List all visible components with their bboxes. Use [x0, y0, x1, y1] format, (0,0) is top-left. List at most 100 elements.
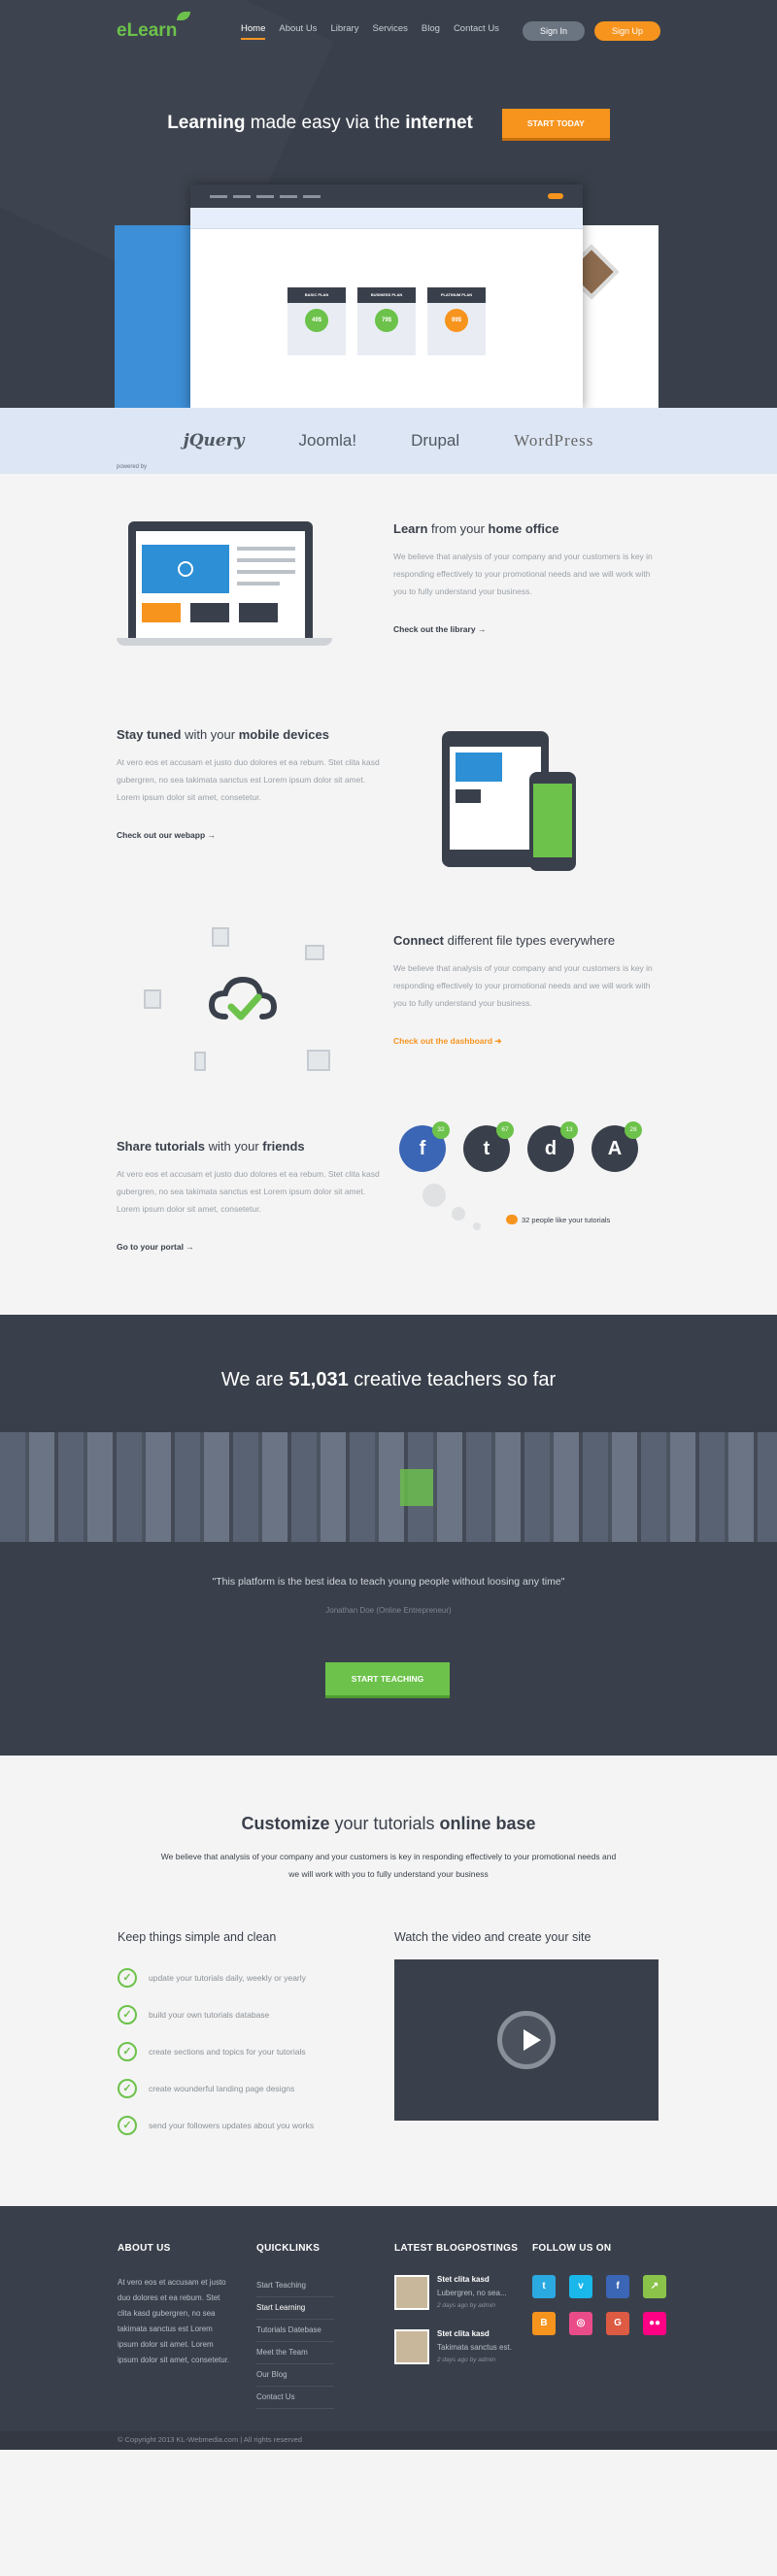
feature-learn: Learn from your home office We believe t… [117, 476, 660, 682]
social-links: t v f ↗ B ◎ G ●● [532, 2275, 666, 2335]
feature-text: We believe that analysis of your company… [393, 962, 653, 1008]
hero-section: eLearn Home About Us Library Services Bl… [0, 0, 777, 408]
feature-share: Share tutorials with your friends At ver… [117, 1093, 660, 1299]
nav-home[interactable]: Home [241, 23, 266, 40]
sign-in-button[interactable]: Sign In [522, 21, 585, 41]
mock-plan: BUSINESS PLAN 79$ [357, 287, 416, 355]
testimonial-quote: "This platform is the best idea to teach… [212, 1576, 565, 1588]
avatar [394, 2275, 429, 2310]
play-icon[interactable] [497, 2011, 556, 2069]
feature-text: At vero eos et accusam et justo duo dolo… [117, 1168, 380, 1214]
checklist: Keep things simple and clean ✓ update you… [118, 1930, 341, 2144]
check-icon: ✓ [118, 2116, 137, 2135]
mock-subheader [190, 208, 583, 229]
wordpress-logo: WordPress [514, 431, 594, 450]
quicklink[interactable]: Meet the Team [256, 2342, 334, 2364]
quicklink[interactable]: Tutorials Datebase [256, 2320, 334, 2342]
feature-mobile: Stay tuned with your mobile devices At v… [117, 682, 660, 887]
dribbble-icon[interactable]: ◎ [569, 2312, 592, 2335]
footer-blog: LATEST BLOGPOSTINGS Stet clita kasd Luber… [394, 2243, 518, 2384]
app-icon[interactable]: A 28 [591, 1121, 642, 1172]
checklist-item: ✓ update your tutorials daily, weekly or … [118, 1959, 341, 1996]
quicklink[interactable]: Start Learning [256, 2297, 334, 2320]
gallery-icon [144, 989, 161, 1009]
video-title: Watch the video and create your site [394, 1930, 591, 1944]
laptop-illustration [117, 496, 393, 661]
feature-text: We believe that analysis of your company… [393, 551, 653, 596]
hero-title: Learning made easy via the internet [167, 113, 473, 133]
features: Learn from your home office We believe t… [0, 474, 777, 1315]
footer-heading: LATEST BLOGPOSTINGS [394, 2243, 519, 2254]
vimeo-icon[interactable]: v [569, 2275, 592, 2298]
quicklink[interactable]: Our Blog [256, 2364, 334, 2387]
facebook-icon[interactable]: f [606, 2275, 629, 2298]
customize-lead: We believe that analysis of your company… [160, 1852, 617, 1879]
blog-post[interactable]: Stet clita kasd Lubergren, no sea... 2 day… [394, 2275, 518, 2310]
dribbble-icon[interactable]: d 13 [527, 1121, 578, 1172]
joomla-logo: Joomla! [298, 431, 357, 450]
checklist-title: Keep things simple and clean [118, 1930, 277, 1944]
check-icon: ✓ [118, 2042, 137, 2061]
jquery-logo: jQuery [183, 431, 245, 451]
feature-title: Stay tuned with your mobile devices [117, 726, 329, 742]
powered-by-label: powered by [117, 464, 148, 470]
video-player[interactable] [394, 1959, 659, 2121]
blogger-icon[interactable]: B [532, 2312, 556, 2335]
library-link[interactable]: Check out the library → [393, 624, 486, 634]
start-teaching-button[interactable]: START TEACHING [325, 1662, 450, 1695]
screenshot-main: BASIC PLAN 49$ BUSINESS PLAN 79$ PLATINUM … [190, 184, 583, 408]
dashboard-link[interactable]: Check out the dashboard ➜ [393, 1036, 502, 1046]
footer-quicklinks: QUICKLINKS Start Teaching Start Learning… [256, 2243, 334, 2409]
portal-link[interactable]: Go to your portal → [117, 1242, 194, 1252]
video-icon [307, 1050, 330, 1071]
logo[interactable]: eLearn [117, 12, 191, 42]
facebook-icon[interactable]: f 32 [399, 1121, 450, 1172]
sign-up-button[interactable]: Sign Up [593, 21, 660, 41]
copyright-text: © Copyright 2013 KL-Webmedia.com | All r… [118, 2435, 302, 2444]
cloud-illustration [117, 908, 393, 1073]
nav-about[interactable]: About Us [279, 23, 317, 40]
share-icon[interactable]: ↗ [643, 2275, 666, 2298]
checklist-item: ✓ create wounderful landing page designs [118, 2070, 341, 2107]
twitter-icon[interactable]: t [532, 2275, 556, 2298]
copyright-bar: © Copyright 2013 KL-Webmedia.com | All r… [0, 2431, 777, 2450]
feature-title: Learn from your home office [393, 520, 559, 536]
customize-section: Customize your tutorials online base We … [0, 1756, 777, 2206]
teachers-section: We are 51,031 creative teachers so far "… [0, 1315, 777, 1756]
avatar [394, 2329, 429, 2364]
check-icon: ✓ [118, 2005, 137, 2024]
header: eLearn Home About Us Library Services Bl… [0, 0, 777, 62]
thumb-icon [506, 1215, 518, 1224]
twitter-icon[interactable]: t 67 [463, 1121, 514, 1172]
devices-illustration [384, 702, 660, 871]
check-icon: ✓ [118, 1968, 137, 1988]
mock-plan: BASIC PLAN 49$ [287, 287, 346, 355]
quicklink[interactable]: Contact Us [256, 2387, 334, 2409]
flickr-icon[interactable]: ●● [643, 2312, 666, 2335]
blog-post[interactable]: Stet clita kasd Takimata sanctus est. 2 da… [394, 2329, 518, 2364]
feature-connect: Connect different file types everywhere … [117, 887, 660, 1093]
quicklink[interactable]: Start Teaching [256, 2275, 334, 2297]
webapp-link[interactable]: Check out our webapp → [117, 830, 216, 840]
teachers-heading: We are 51,031 creative teachers so far [220, 1369, 557, 1390]
partners-bar: jQuery Joomla! Drupal WordPress powered … [0, 408, 777, 474]
check-icon: ✓ [118, 2079, 137, 2098]
checklist-item: ✓ send your followers updates about you w… [118, 2107, 341, 2144]
highlighted-teacher[interactable] [400, 1469, 433, 1506]
customize-heading: Customize your tutorials online base [241, 1814, 536, 1833]
nav-services[interactable]: Services [372, 23, 407, 40]
footer-heading: FOLLOW US ON [532, 2243, 612, 2254]
leaf-icon [177, 12, 191, 20]
testimonial-author: Jonathan Doe (Online Entrepreneur) [325, 1606, 452, 1615]
main-nav: Home About Us Library Services Blog Cont… [241, 23, 499, 40]
footer-follow: FOLLOW US ON t v f ↗ B ◎ G ●● [532, 2243, 666, 2335]
google-icon[interactable]: G [606, 2312, 629, 2335]
mock-plan: PLATINUM PLAN 99$ [427, 287, 486, 355]
feature-title: Share tutorials with your friends [117, 1138, 305, 1154]
hero-headline: Learning made easy via the internet STAR… [0, 109, 777, 138]
product-screenshots: BASIC PLAN 49$ BUSINESS PLAN 79$ PLATINUM … [115, 184, 659, 408]
start-today-button[interactable]: START TODAY [501, 109, 610, 138]
nav-blog[interactable]: Blog [422, 23, 440, 40]
nav-contact[interactable]: Contact Us [454, 23, 499, 40]
nav-library[interactable]: Library [330, 23, 358, 40]
